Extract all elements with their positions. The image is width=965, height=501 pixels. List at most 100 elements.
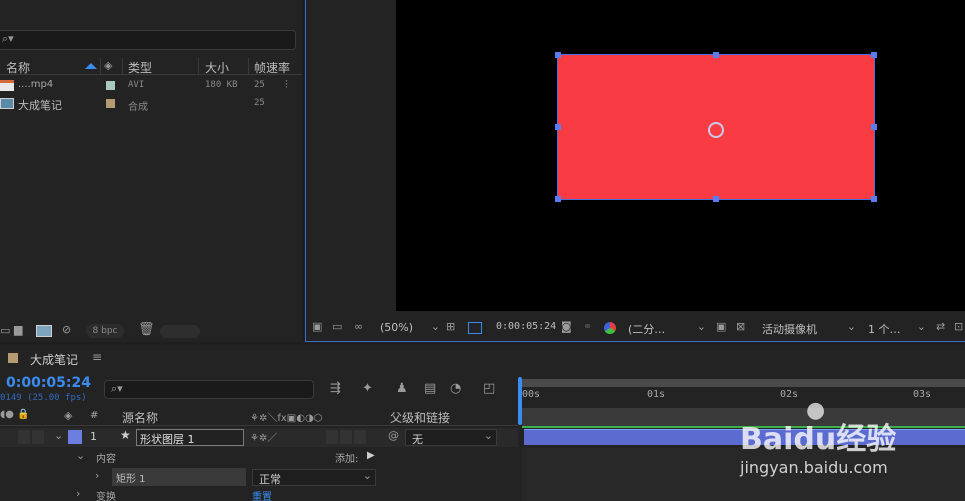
- views-select[interactable]: 1 个… ⌄: [864, 320, 928, 337]
- monitor-icon[interactable]: ▭: [332, 320, 342, 333]
- draft-3d-icon[interactable]: ✦: [362, 381, 373, 396]
- col-divider: [100, 58, 101, 74]
- star-icon: ★: [120, 428, 131, 442]
- bpc-button[interactable]: 8 bpc: [86, 324, 124, 338]
- timeline-current-time[interactable]: 0:00:05:24: [6, 375, 91, 391]
- camera-select[interactable]: 活动摄像机 ⌄: [758, 320, 858, 337]
- composition-icon: [0, 98, 14, 109]
- shape-handle[interactable]: [871, 52, 877, 58]
- shape-handle[interactable]: [555, 52, 561, 58]
- switch-box[interactable]: [354, 430, 366, 444]
- col-number: #: [90, 410, 99, 421]
- shape-handle[interactable]: [555, 124, 561, 130]
- search-icon: ⌕▾: [2, 32, 14, 45]
- interpret-footage-icon[interactable]: ▭: [0, 324, 10, 337]
- add-menu-icon[interactable]: ▶: [367, 450, 375, 461]
- layer-label-swatch[interactable]: [68, 430, 82, 444]
- col-parent[interactable]: 父级和链接: [390, 409, 450, 426]
- transform-row[interactable]: › 变换 重置: [0, 488, 518, 501]
- pickwhip-icon[interactable]: @: [388, 429, 399, 442]
- frame-blending-icon[interactable]: ▤: [424, 381, 436, 396]
- camera-icon[interactable]: ◙: [561, 320, 572, 333]
- timeline-tab[interactable]: 大成笔记 ≡: [0, 349, 120, 369]
- comp-mini-flowchart-icon[interactable]: ⇶: [330, 381, 341, 396]
- item-size: 180 KB: [205, 80, 238, 90]
- always-preview-icon[interactable]: ▣: [312, 320, 322, 333]
- switch-box[interactable]: [340, 430, 352, 444]
- expand-arrow-icon[interactable]: ›: [76, 488, 80, 500]
- transparency-grid-icon[interactable]: ⊠: [736, 320, 745, 333]
- fast-previews-icon[interactable]: ▣: [716, 320, 726, 333]
- zoom-select[interactable]: (50%) ⌄: [376, 320, 442, 337]
- blend-mode-select[interactable]: 正常 ⌄: [252, 469, 376, 486]
- label-swatch: [106, 99, 115, 108]
- timeline-search-input[interactable]: ⌕▾: [104, 380, 314, 399]
- layer-name-field[interactable]: 形状图层 1: [136, 429, 244, 446]
- solo-toggle[interactable]: [32, 430, 44, 444]
- shape-handle[interactable]: [713, 196, 719, 202]
- item-name: 大成笔记: [18, 99, 62, 112]
- time-ruler[interactable]: 00s 01s 02s 03s: [520, 377, 965, 407]
- parent-select[interactable]: 无 ⌄: [405, 429, 497, 446]
- show-snapshot-icon[interactable]: ⚭: [583, 320, 592, 333]
- flowchart-settings-icon[interactable]: ⊘: [62, 323, 71, 336]
- project-search-input[interactable]: ⌕▾: [0, 30, 296, 50]
- toggle-icon[interactable]: ⊡: [954, 320, 963, 333]
- col-name[interactable]: 名称: [6, 59, 30, 76]
- shy-layers-icon[interactable]: ♟: [396, 381, 408, 396]
- item-fps: 25: [254, 80, 265, 90]
- visibility-toggle[interactable]: [18, 430, 30, 444]
- shape-handle[interactable]: [871, 124, 877, 130]
- item-type: AVI: [128, 80, 145, 90]
- shape-handle[interactable]: [713, 52, 719, 58]
- project-item-row[interactable]: 大成笔记 合成 25: [0, 95, 302, 113]
- layer-row[interactable]: ⌄ 1 ★ 形状图层 1 ⚘✲／ @ 无 ⌄: [0, 428, 518, 447]
- av-features-icons: ◖● 🔒: [0, 409, 30, 420]
- reset-link[interactable]: 重置: [252, 488, 272, 501]
- col-type[interactable]: 类型: [128, 59, 152, 76]
- ruler-label: 00s: [522, 389, 541, 400]
- viewer-timecode[interactable]: 0:00:05:24: [496, 321, 556, 332]
- comp-color-swatch: [8, 353, 18, 363]
- trash-icon[interactable]: 🗑: [138, 322, 155, 337]
- frame-info: 0149 (25.00 fps): [0, 393, 87, 403]
- new-folder-icon[interactable]: ▆: [14, 323, 22, 336]
- resolution-value: (二分…: [628, 323, 666, 336]
- col-source-name[interactable]: 源名称: [122, 409, 158, 426]
- motion-blur-icon[interactable]: ◔: [450, 381, 461, 396]
- region-icon[interactable]: [468, 322, 482, 334]
- layer-switches-icons[interactable]: ⚘✲／: [250, 429, 277, 444]
- mask-icon[interactable]: ∞: [354, 320, 363, 333]
- label-tag-icon: ◈: [64, 409, 73, 422]
- watermark-url: jingyan.baidu.com: [740, 458, 888, 477]
- project-scroll[interactable]: [160, 325, 200, 338]
- color-channels-icon[interactable]: [604, 322, 616, 334]
- panel-menu-icon[interactable]: ≡: [92, 350, 102, 364]
- rectangle-row[interactable]: › 矩形 1 正常 ⌄: [0, 468, 518, 487]
- shape-handle[interactable]: [871, 196, 877, 202]
- chevron-down-icon: ⌄: [846, 320, 856, 333]
- col-size[interactable]: 大小: [205, 59, 229, 76]
- chevron-down-icon: ⌄: [916, 320, 926, 333]
- col-divider: [198, 58, 199, 74]
- project-item-row[interactable]: ....mp4 AVI 180 KB 25 ⫶: [0, 77, 302, 95]
- resolution-select[interactable]: (二分… ⌄: [626, 320, 708, 337]
- layer-index: 1: [90, 430, 97, 443]
- graph-editor-icon[interactable]: ◰: [483, 381, 495, 396]
- reset-exposure-icon[interactable]: ⇄: [936, 320, 945, 333]
- anchor-point-icon[interactable]: [708, 122, 724, 138]
- expand-chevron-icon[interactable]: ⌄: [54, 429, 63, 442]
- contents-row[interactable]: ⌄ 内容 添加: ▶: [0, 448, 518, 467]
- grid-icon[interactable]: ⊞: [446, 320, 455, 333]
- expand-arrow-icon[interactable]: ›: [95, 469, 99, 482]
- col-fps[interactable]: 帧速率: [254, 59, 290, 76]
- project-panel: ⌕▾ 名称 ◈ 类型 大小 帧速率 ....mp4 AVI 180 KB 25 …: [0, 0, 302, 342]
- new-comp-icon[interactable]: [36, 325, 52, 337]
- switch-box[interactable]: [326, 430, 338, 444]
- work-area-bar[interactable]: [520, 379, 965, 387]
- composition-viewer: ▣ ▭ ∞ (50%) ⌄ ⊞ 0:00:05:24 ◙ ⚭ (二分… ⌄ ▣ …: [305, 0, 965, 342]
- shape-handle[interactable]: [555, 196, 561, 202]
- expand-chevron-icon[interactable]: ⌄: [76, 449, 85, 462]
- rect-field[interactable]: 矩形 1: [112, 468, 246, 486]
- flowchart-icon[interactable]: ⫶: [285, 78, 288, 92]
